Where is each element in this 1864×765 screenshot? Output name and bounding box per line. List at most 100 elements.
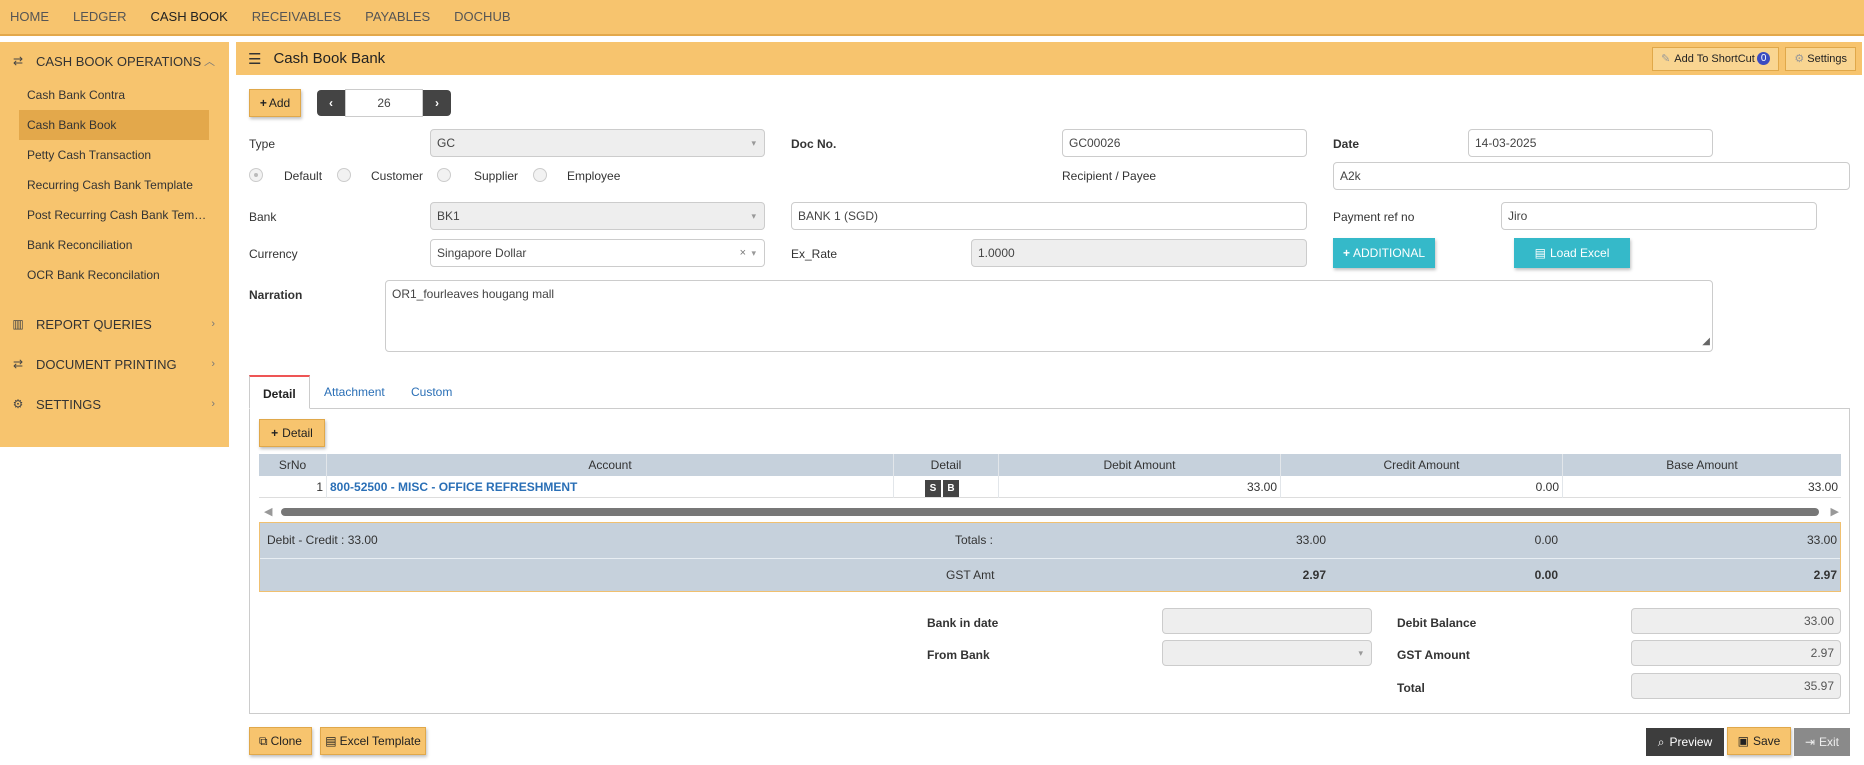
radio-supplier[interactable] [437, 168, 451, 182]
table-row[interactable]: 1 800-52500 - MISC - OFFICE REFRESHMENT … [259, 475, 1841, 498]
nav-ledger[interactable]: LEDGER [61, 0, 138, 35]
tab-custom[interactable]: Custom [398, 375, 465, 409]
sidebar-section-report-queries[interactable]: ▥ REPORT QUERIES › [0, 304, 229, 344]
column-header-credit-amount[interactable]: Credit Amount [1281, 454, 1563, 476]
totals-credit: 0.00 [1534, 533, 1558, 547]
next-record-button[interactable]: › [423, 90, 451, 116]
column-header-debit-amount[interactable]: Debit Amount [999, 454, 1281, 476]
debit-balance-value: 33.00 [1803, 614, 1834, 628]
sidebar-item-cash-bank-contra[interactable]: Cash Bank Contra [0, 80, 209, 110]
bank-in-date-input[interactable] [1162, 608, 1372, 634]
sidebar-item-bank-reconciliation[interactable]: Bank Reconciliation [0, 230, 209, 260]
clear-icon[interactable]: × [740, 240, 746, 266]
additional-button[interactable]: + ADDITIONAL [1333, 238, 1435, 268]
total-field: 35.97 [1631, 673, 1841, 699]
resize-handle-icon[interactable]: ◢ [1702, 333, 1710, 351]
column-header-account[interactable]: Account [327, 454, 894, 476]
radio-supplier-label: Supplier [474, 169, 519, 183]
currency-select[interactable]: Singapore Dollar × ▾ [430, 239, 765, 267]
preview-button[interactable]: ⌕ Preview [1646, 728, 1724, 756]
bank-name: BANK 1 (SGD) [798, 209, 879, 223]
doc-no-label: Doc No. [791, 137, 837, 151]
caret-down-icon: ▾ [751, 138, 756, 148]
sidebar-item-ocr-bank-reconcilation[interactable]: OCR Bank Reconcilation [0, 260, 209, 290]
totals-summary: Debit - Credit : 33.00 Totals : 33.00 0.… [259, 522, 1841, 592]
cell-detail: SB [894, 475, 999, 498]
exit-icon: ⇥ [1804, 735, 1816, 749]
doc-no-value: GC00026 [1069, 136, 1121, 150]
radio-customer[interactable] [337, 168, 351, 182]
scrollbar-thumb[interactable] [281, 508, 1819, 516]
tab-attachment[interactable]: Attachment [311, 375, 398, 409]
add-detail-button[interactable]: + Detail [259, 419, 325, 447]
nav-home[interactable]: HOME [0, 0, 61, 35]
currency-value: Singapore Dollar [437, 246, 527, 260]
load-excel-button[interactable]: ▤ Load Excel [1514, 238, 1630, 268]
record-number-field[interactable]: 26 [345, 89, 423, 117]
settings-button[interactable]: ⚙ Settings [1785, 46, 1856, 71]
type-select[interactable]: GC ▾ [430, 129, 765, 157]
tab-detail[interactable]: Detail [249, 375, 310, 409]
chevron-left-icon: ‹ [329, 96, 333, 110]
scroll-left-icon[interactable]: ◀ [264, 505, 272, 518]
column-header-srno[interactable]: SrNo [259, 454, 327, 476]
excel-template-button[interactable]: ▤ Excel Template [320, 727, 426, 755]
scroll-right-icon[interactable]: ▶ [1831, 505, 1839, 518]
save-button[interactable]: ▣ Save [1727, 727, 1791, 755]
detail-b-button[interactable]: B [943, 479, 959, 497]
from-bank-select[interactable]: ▾ [1162, 640, 1372, 666]
doc-no-input[interactable]: GC00026 [1062, 129, 1307, 157]
bank-select[interactable]: BK1 ▾ [430, 202, 765, 230]
clone-button[interactable]: ⧉ Clone [249, 727, 312, 755]
cell-base-amount: 33.00 [1807, 479, 1838, 494]
column-header-detail[interactable]: Detail [894, 454, 999, 476]
caret-down-icon: ▾ [751, 211, 756, 221]
record-number: 26 [377, 96, 391, 110]
add-to-shortcut-button[interactable]: ✎ Add To ShortCut 0 [1652, 46, 1780, 71]
gst-debit: 2.97 [1302, 568, 1326, 582]
radio-employee[interactable] [533, 168, 547, 182]
previous-record-button[interactable]: ‹ [317, 90, 345, 116]
nav-receivables[interactable]: RECEIVABLES [240, 0, 353, 35]
exit-button[interactable]: ⇥ Exit [1794, 728, 1850, 756]
sidebar-item-recurring-cash-bank-template[interactable]: Recurring Cash Bank Template [0, 170, 209, 200]
top-navigation: HOME LEDGER CASH BOOK RECEIVABLES PAYABL… [0, 0, 1864, 36]
gst-credit: 0.00 [1534, 568, 1558, 582]
recipient-input[interactable]: A2k [1333, 162, 1850, 190]
total-label: Total [1397, 681, 1425, 695]
ex-rate-input[interactable]: 1.0000 [971, 239, 1307, 267]
radio-default[interactable] [249, 168, 263, 182]
sidebar-item-post-recurring-cash-bank-template[interactable]: Post Recurring Cash Bank Templ... [0, 200, 209, 230]
horizontal-scrollbar[interactable]: ◀ ▶ [259, 505, 1841, 519]
nav-dochub[interactable]: DOCHUB [442, 0, 522, 35]
sidebar-section-document-printing[interactable]: ⇄ DOCUMENT PRINTING › [0, 344, 229, 384]
nav-cash-book[interactable]: CASH BOOK [138, 0, 239, 35]
chevron-right-icon: › [211, 398, 215, 410]
cell-account-link[interactable]: 800-52500 - MISC - OFFICE REFRESHMENT [327, 475, 894, 498]
sidebar-section-label: SETTINGS [36, 396, 102, 412]
page-title: Cash Book Bank [273, 50, 386, 67]
sidebar-item-cash-bank-book[interactable]: Cash Bank Book [19, 110, 209, 140]
sidebar-item-petty-cash-transaction[interactable]: Petty Cash Transaction [0, 140, 209, 170]
sidebar-section-cash-book-operations[interactable]: ⇄ CASH BOOK OPERATIONS ︿ [0, 42, 229, 80]
narration-textarea[interactable]: OR1_fourleaves hougang mall ◢ [385, 280, 1713, 352]
sidebar-section-settings[interactable]: ⚙ SETTINGS › [0, 384, 229, 424]
detail-s-button[interactable]: S [925, 479, 941, 497]
sidebar-submenu: Cash Bank Contra Cash Bank Book Petty Ca… [0, 80, 229, 290]
totals-row: Debit - Credit : 33.00 Totals : 33.00 0.… [260, 523, 1840, 557]
save-label: Save [1752, 734, 1781, 748]
date-input[interactable]: 14-03-2025 [1468, 129, 1713, 157]
date-label: Date [1333, 137, 1360, 151]
plus-icon: + [1342, 246, 1350, 260]
payment-ref-label: Payment ref no [1333, 210, 1415, 224]
column-header-base-amount[interactable]: Base Amount [1563, 454, 1841, 476]
type-value: GC [437, 136, 455, 150]
nav-payables[interactable]: PAYABLES [353, 0, 442, 35]
narration-value: OR1_fourleaves hougang mall [392, 287, 555, 301]
gst-row: GST Amt 2.97 0.00 2.97 [260, 558, 1840, 592]
file-icon: ▤ [325, 734, 337, 748]
gst-base: 2.97 [1813, 568, 1837, 582]
payment-ref-input[interactable]: Jiro [1501, 202, 1817, 230]
add-button[interactable]: + Add [249, 89, 301, 117]
hamburger-icon[interactable]: ☰ [248, 50, 261, 68]
